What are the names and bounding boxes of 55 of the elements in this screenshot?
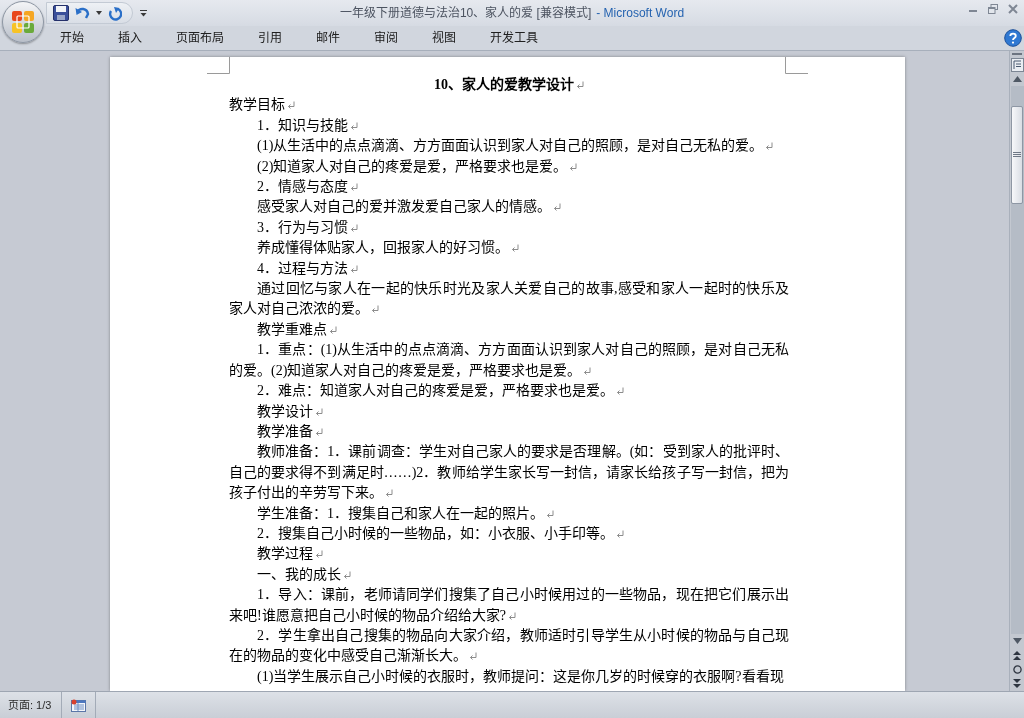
paragraph-text: 教学重难点 bbox=[257, 321, 327, 337]
redo-icon[interactable] bbox=[108, 5, 122, 21]
caret-icon[interactable] bbox=[96, 11, 102, 15]
paragraph-text: 2．搜集自己小时候的一些物品，如：小衣服、小手印等。 bbox=[257, 525, 614, 541]
paragraph-text: 一、我的成长 bbox=[257, 566, 341, 582]
grip-icon bbox=[1013, 152, 1021, 158]
squares-logo-icon bbox=[11, 10, 35, 34]
browse-object-icon[interactable] bbox=[1012, 665, 1022, 674]
scroll-down-arrow-icon[interactable] bbox=[1012, 638, 1022, 644]
paragraph-text: 教学目标 bbox=[229, 97, 285, 113]
ribbon-tab[interactable]: 邮件 bbox=[301, 27, 355, 49]
close-icon[interactable] bbox=[1008, 4, 1018, 14]
paragraph-text: 2．学生拿出自己搜集的物品向大家介绍，教师适时引导学生从小时候的物品与自己现在的物品的变化中感受自己渐渐长大。 bbox=[229, 627, 789, 664]
paragraph-text: 养成懂得体贴家人，回报家人的好习惯。 bbox=[257, 240, 509, 256]
paragraph-text: 学生准备：1．搜集自己和家人在一起的照片。 bbox=[257, 505, 544, 521]
restore-icon[interactable] bbox=[988, 4, 998, 14]
paragraph-text: 教学准备 bbox=[257, 423, 313, 439]
paragraph-text: 1．重点：(1)从生活中的点点滴滴、方方面面认识到家人对自己的照顾，是对自己无私的爱。(2)知道家人对自己的疼爱是爱，严格要求也是爱。 bbox=[229, 342, 789, 378]
previous-page-icon[interactable] bbox=[1013, 651, 1021, 660]
ruler-icon[interactable] bbox=[1010, 58, 1024, 72]
paragraph-text: 1．导入：课前，老师请同学们搜集了自己小时候用过的一些物品，现在把它们展示出来吧!谁愿意把自己小时候的物品介绍给大家? bbox=[229, 587, 789, 623]
help-icon[interactable] bbox=[1004, 29, 1022, 47]
app-name: - Microsoft Word bbox=[596, 5, 685, 22]
ribbon-tab[interactable]: 插入 bbox=[103, 27, 157, 49]
paragraph-text: 感受家人对自己的爱并激发爱自己家人的情感。 bbox=[257, 199, 551, 215]
paragraph-text: 2．情感与态度 bbox=[257, 179, 348, 195]
ribbon-tab[interactable]: 审阅 bbox=[359, 27, 413, 49]
paragraph-text: (1)从生活中的点点滴滴、方方面面认识到家人对自己的照顾，是对自己无私的爱。 bbox=[257, 138, 764, 154]
paragraph-text: 教师准备：1．课前调查：学生对自己家人的要求是否理解。(如：受到家人的批评时、自己的要求得不到满足时……)2．教师给学生家长写一封信，请家长给孩子写一封信，把为孩子付出的辛劳写下来。 bbox=[229, 444, 789, 501]
page-count: 页面: 1/3 bbox=[8, 697, 52, 713]
document-title: 10、家人的爱教学设计 bbox=[434, 77, 574, 92]
ribbon-tab[interactable]: 视图 bbox=[417, 27, 471, 49]
ribbon-tab[interactable]: 开发工具 bbox=[475, 27, 553, 49]
paragraph-text: (2)知道家人对自己的疼爱是爱，严格要求也是爱。 bbox=[257, 158, 568, 174]
customize-caret-icon[interactable] bbox=[140, 9, 147, 17]
document-icon[interactable] bbox=[71, 698, 87, 712]
paragraph-text: 通过回忆与家人在一起的快乐时光及家人关爱自己的故事,感受和家人一起时的快乐及家人对自己浓浓的爱。 bbox=[229, 281, 789, 317]
save-icon[interactable] bbox=[53, 5, 69, 21]
paragraph-text: 教学设计 bbox=[257, 403, 313, 419]
paragraph-text: 2．难点：知道家人对自己的疼爱是爱，严格要求也是爱。 bbox=[257, 383, 614, 399]
window-title: 一年级下册道德与法治10、家人的爱 [兼容模式] bbox=[339, 5, 592, 22]
undo-icon[interactable] bbox=[75, 6, 90, 20]
paragraph-text: (1)当学生展示自己小时候的衣服时，教师提问：这是你几岁的时候穿的衣服啊?看看现 bbox=[257, 668, 784, 684]
scrollbar-thumb[interactable] bbox=[1011, 106, 1023, 204]
paragraph-text: 1．知识与技能 bbox=[257, 117, 348, 133]
paragraph-text: 3．行为与习惯 bbox=[257, 219, 348, 235]
scroll-up-arrow-icon[interactable] bbox=[1012, 76, 1022, 82]
paragraph-text: 教学过程 bbox=[257, 546, 313, 562]
ribbon-tab[interactable]: 引用 bbox=[243, 27, 297, 49]
ribbon-tab[interactable]: 开始 bbox=[45, 27, 99, 49]
ribbon-tab[interactable]: 页面布局 bbox=[161, 27, 239, 49]
corner-mark bbox=[785, 57, 808, 74]
corner-mark bbox=[207, 57, 230, 74]
paragraph-text: 4．过程与方法 bbox=[257, 260, 348, 276]
next-page-icon[interactable] bbox=[1013, 679, 1021, 688]
